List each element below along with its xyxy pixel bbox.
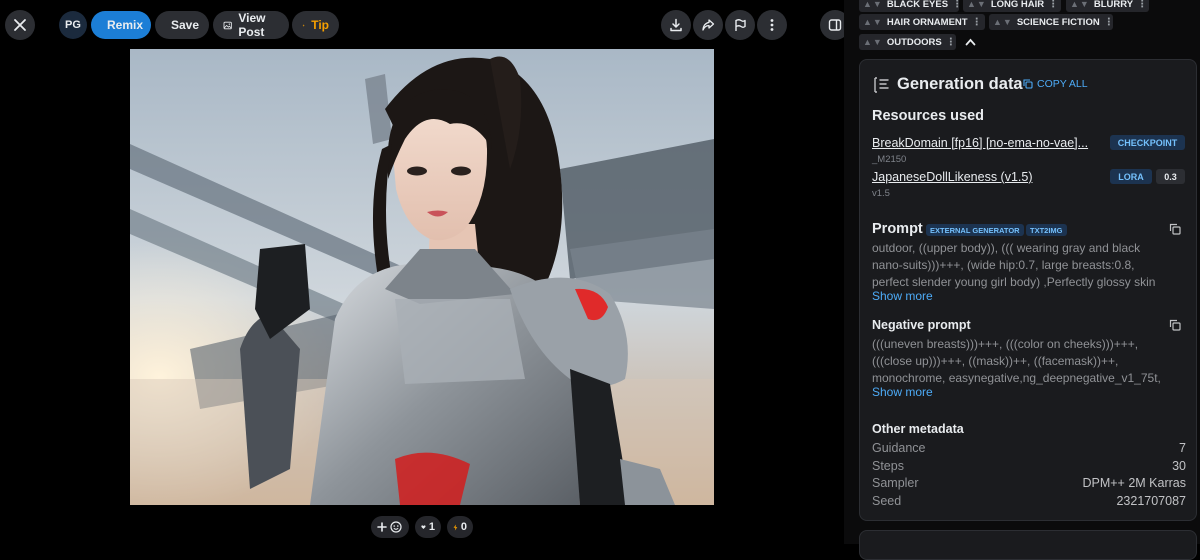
tag-chip[interactable]: ▲▼ BLACK EYES ⋮	[859, 0, 962, 12]
lora-badge: LORA	[1110, 169, 1152, 184]
download-button[interactable]	[661, 10, 691, 40]
portrait-illustration	[130, 49, 714, 505]
remix-label: Remix	[107, 18, 144, 32]
tag-menu-icon[interactable]: ⋮	[946, 37, 956, 48]
vote-arrows-icon[interactable]: ▲▼	[967, 0, 987, 9]
resource-link-lora[interactable]: JapaneseDollLikeness (v1.5)	[872, 170, 1094, 184]
generation-data-title: Generation data	[897, 75, 1023, 93]
tag-chip[interactable]: ▲▼ BLURRY ⋮	[1066, 0, 1149, 12]
download-icon	[670, 18, 682, 32]
dots-vertical-icon	[770, 19, 774, 31]
resource-version: _M2150	[872, 154, 907, 165]
heart-count: 1	[428, 521, 435, 533]
photo-icon	[223, 21, 232, 29]
prompt-text: outdoor, ((upper body)), ((( wearing gra…	[872, 241, 1156, 289]
tip-button[interactable]: Tip	[292, 11, 339, 39]
metadata-row: Seed 2321707087	[872, 494, 1186, 508]
next-card	[859, 530, 1197, 560]
txt2img-badge: TXT2IMG	[1026, 224, 1067, 236]
smiley-icon	[390, 521, 402, 533]
copy-negative-icon[interactable]	[1169, 319, 1181, 331]
tag-chip[interactable]: ▲▼ HAIR ORNAMENT ⋮	[859, 14, 985, 30]
negative-prompt-heading: Negative prompt	[872, 318, 971, 332]
share-button[interactable]	[693, 10, 723, 40]
vote-arrows-icon[interactable]: ▲▼	[863, 0, 883, 9]
save-button[interactable]: Save	[155, 11, 209, 39]
image-viewer: PG Remix Save View Post Tip 1 0	[0, 0, 850, 544]
add-reaction-button[interactable]	[371, 516, 409, 538]
tag-chip[interactable]: ▲▼ OUTDOORS ⋮	[859, 34, 956, 50]
bolt-count: 0	[460, 521, 467, 533]
generation-data-card: Generation data COPY ALL Resources used …	[859, 59, 1197, 521]
reaction-bar: 1 0	[371, 516, 473, 538]
copy-all-button[interactable]: COPY ALL	[1023, 78, 1088, 90]
tag-menu-icon[interactable]: ⋮	[952, 0, 962, 10]
tag-menu-icon[interactable]: ⋮	[972, 17, 982, 28]
user-avatar[interactable]: PG	[59, 11, 87, 39]
metadata-row: Guidance 7	[872, 441, 1186, 455]
more-options-button[interactable]	[757, 10, 787, 40]
metadata-row: Sampler DPM++ 2M Karras	[872, 476, 1186, 490]
view-post-label: View Post	[238, 11, 266, 39]
generated-image[interactable]	[130, 49, 714, 505]
external-generator-badge: EXTERNAL GENERATOR	[926, 224, 1024, 236]
prompt-heading: Prompt	[872, 221, 923, 237]
bolt-icon	[302, 23, 305, 27]
bolt-reaction-button[interactable]: 0	[447, 516, 473, 538]
heart-reaction-button[interactable]: 1	[415, 516, 441, 538]
negative-prompt-text: (((uneven breasts)))+++, (((color on che…	[872, 337, 1161, 385]
text-scan-icon	[874, 77, 889, 93]
checkpoint-badge: CHECKPOINT	[1110, 135, 1185, 150]
tag-menu-icon[interactable]: ⋮	[1104, 17, 1114, 28]
vote-arrows-icon[interactable]: ▲▼	[863, 17, 883, 27]
vote-arrows-icon[interactable]: ▲▼	[1070, 0, 1090, 9]
tip-label: Tip	[311, 18, 329, 32]
resource-link-checkpoint[interactable]: BreakDomain [fp16] [no-ema-no-vae]...	[872, 136, 1094, 150]
show-more-prompt-link[interactable]: Show more	[872, 289, 933, 303]
collapse-tags-button[interactable]	[963, 34, 977, 50]
close-icon	[14, 19, 26, 31]
flag-icon	[735, 19, 746, 31]
other-metadata-heading: Other metadata	[872, 422, 964, 436]
report-button[interactable]	[725, 10, 755, 40]
tag-chip[interactable]: ▲▼ SCIENCE FICTION ⋮	[989, 14, 1114, 30]
copy-prompt-icon[interactable]	[1169, 223, 1181, 235]
metadata-row: Steps 30	[872, 459, 1186, 473]
tag-chip[interactable]: ▲▼ LONG HAIR ⋮	[963, 0, 1061, 12]
resource-version: v1.5	[872, 188, 890, 199]
chevron-up-icon	[965, 38, 975, 46]
copy-icon	[1023, 79, 1033, 89]
tag-menu-icon[interactable]: ⋮	[1048, 0, 1058, 10]
share-icon	[702, 19, 715, 31]
remix-button[interactable]: Remix	[91, 11, 151, 39]
bolt-icon	[453, 524, 458, 530]
tag-menu-icon[interactable]: ⋮	[1137, 0, 1147, 10]
copy-all-label: COPY ALL	[1037, 78, 1088, 90]
heart-icon	[421, 525, 426, 529]
view-post-button[interactable]: View Post	[213, 11, 289, 39]
plus-icon	[377, 522, 387, 532]
sidebar-icon	[828, 19, 842, 31]
vote-arrows-icon[interactable]: ▲▼	[863, 37, 883, 47]
save-label: Save	[171, 18, 200, 32]
close-button[interactable]	[5, 10, 35, 40]
show-more-negative-link[interactable]: Show more	[872, 385, 933, 399]
resources-heading: Resources used	[872, 108, 985, 124]
lora-weight-badge: 0.3	[1156, 169, 1185, 184]
vote-arrows-icon[interactable]: ▲▼	[993, 17, 1013, 27]
